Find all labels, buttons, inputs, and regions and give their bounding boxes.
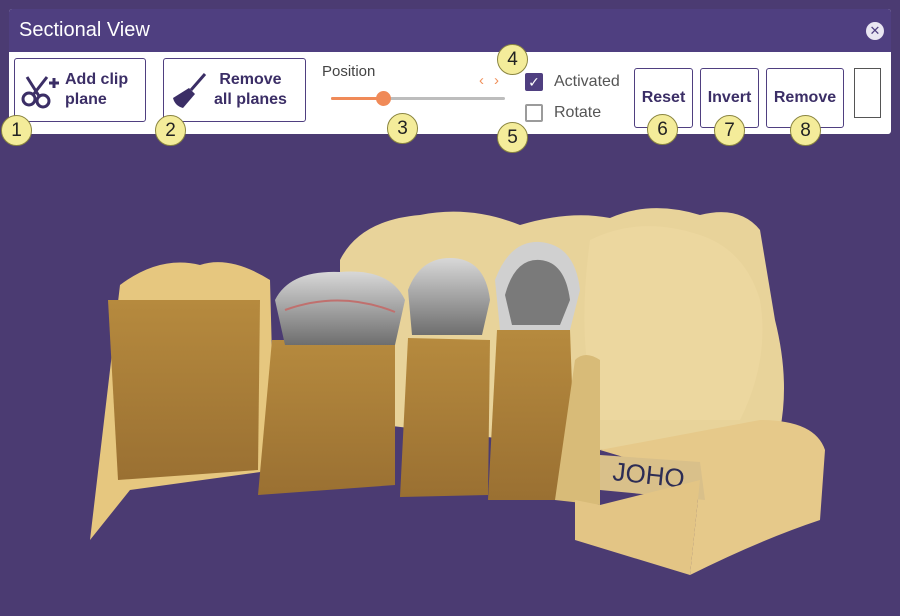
- callout-3: 3: [387, 113, 418, 144]
- previous-arrow-icon[interactable]: ‹: [479, 72, 494, 89]
- add-clip-plane-button[interactable]: Add clip plane: [14, 58, 146, 122]
- remove-all-planes-button[interactable]: Remove all planes: [163, 58, 306, 122]
- remove-all-label-1: Remove: [219, 71, 282, 88]
- callout-6: 6: [647, 114, 678, 145]
- panel-titlebar: Sectional View ✕: [9, 9, 891, 52]
- rotate-checkbox[interactable]: Rotate: [525, 104, 601, 122]
- callout-4: 4: [497, 44, 528, 75]
- activated-label: Activated: [554, 73, 620, 90]
- activated-checkbox[interactable]: ✓ Activated: [525, 73, 620, 91]
- panel-title: Sectional View: [19, 19, 150, 41]
- callout-7: 7: [714, 115, 745, 146]
- close-icon[interactable]: ✕: [866, 22, 884, 40]
- position-slider[interactable]: [331, 89, 505, 109]
- remove-all-label-2: all planes: [214, 91, 287, 108]
- callout-5: 5: [497, 122, 528, 153]
- broom-icon: [164, 65, 214, 115]
- slider-thumb[interactable]: [376, 91, 392, 106]
- checkbox-unchecked-icon[interactable]: [525, 104, 543, 122]
- rotate-label: Rotate: [554, 104, 602, 121]
- toolbar: Add clip plane Remove all planes Positio…: [9, 52, 891, 134]
- next-arrow-icon[interactable]: ›: [494, 72, 509, 89]
- checkbox-checked-icon[interactable]: ✓: [525, 73, 543, 91]
- callout-8: 8: [790, 115, 821, 146]
- add-clip-plane-label-2: plane: [65, 91, 107, 108]
- position-label: Position: [322, 63, 376, 80]
- callout-1: 1: [1, 115, 32, 146]
- sectional-view-panel: Sectional View ✕ Add clip plane Remove a…: [9, 9, 891, 134]
- plane-color-swatch[interactable]: [854, 68, 881, 118]
- add-clip-plane-label-1: Add clip: [65, 71, 129, 88]
- callout-2: 2: [155, 115, 186, 146]
- scissors-plus-icon: [15, 65, 65, 115]
